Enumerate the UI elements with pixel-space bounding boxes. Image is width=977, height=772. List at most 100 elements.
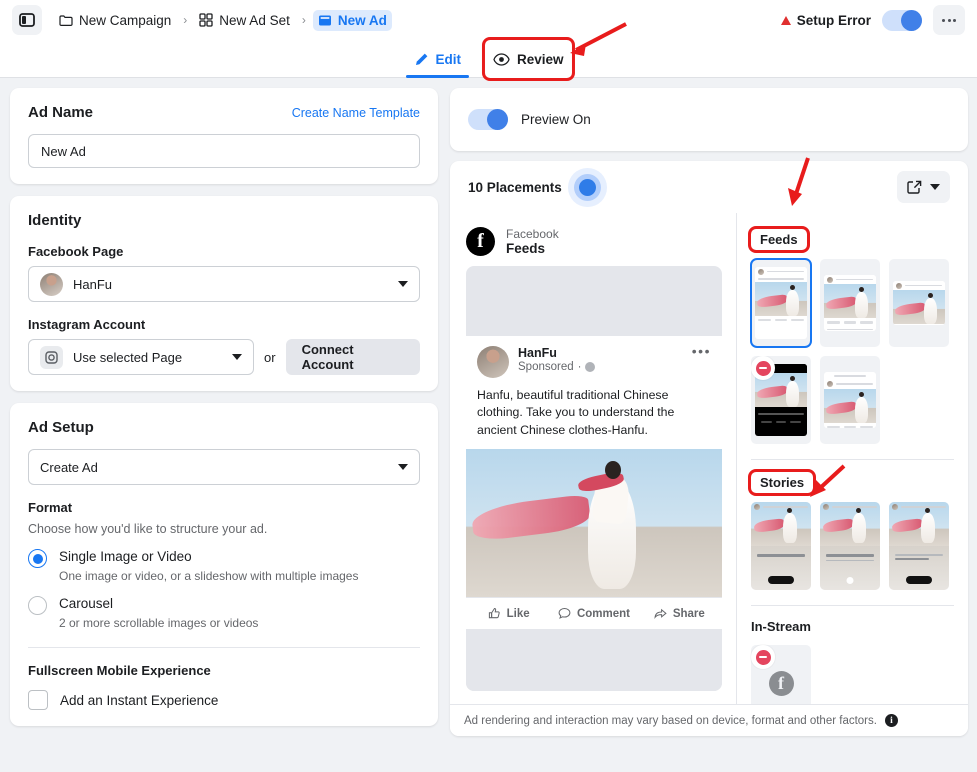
ad-name-header: Ad Name Create Name Template (28, 104, 420, 121)
feeds-thumbnails (750, 258, 954, 444)
radio-single-image[interactable] (28, 549, 47, 568)
stories-thumbnails (751, 502, 954, 590)
preview-platform-header: f Facebook Feeds (466, 221, 722, 266)
breadcrumb-label: New Ad Set (219, 12, 290, 28)
option-description: One image or video, or a slideshow with … (59, 569, 359, 583)
placement-thumbnail[interactable] (889, 259, 949, 347)
cursor-pulse-indicator (579, 179, 596, 196)
format-label: Format (28, 500, 73, 515)
status-badge[interactable]: Setup Error (780, 12, 871, 28)
preview-toggle[interactable] (468, 109, 508, 130)
breadcrumb-separator: › (301, 13, 306, 27)
globe-icon (585, 362, 596, 372)
like-button[interactable]: Like (466, 607, 551, 620)
post-more-icon[interactable]: ••• (692, 344, 711, 358)
topbar-actions: Setup Error (780, 5, 965, 35)
section-title-stories: Stories (751, 472, 814, 493)
post-actions: Like Comment Share (466, 597, 722, 630)
facebook-page-value: HanFu (73, 276, 113, 292)
tab-group: Edit Review (405, 40, 572, 78)
expand-preview-button[interactable] (897, 171, 950, 203)
placement-thumbnail[interactable] (750, 258, 812, 348)
placement-thumbnail[interactable]: f (751, 645, 811, 709)
instant-experience-label: Add an Instant Experience (60, 692, 219, 708)
mockup-bottom-spacer (466, 629, 722, 692)
connect-account-button[interactable]: Connect Account (285, 339, 420, 375)
error-badge (751, 645, 775, 669)
format-option-single[interactable]: Single Image or Video One image or video… (28, 548, 420, 583)
more-horizontal-icon (942, 18, 945, 22)
feeds-section: Feeds (750, 229, 954, 444)
info-icon[interactable]: i (884, 714, 898, 727)
thumbs-up-icon (488, 608, 500, 619)
preview-platform-name: Facebook (506, 227, 559, 241)
divider (28, 647, 420, 648)
breadcrumb-label: New Ad (337, 12, 387, 28)
tab-label: Review (516, 51, 564, 67)
ad-icon (318, 15, 331, 25)
ad-creative-image (466, 449, 722, 598)
breadcrumb-item-ad[interactable]: New Ad (312, 9, 392, 31)
placement-thumbnail[interactable] (751, 502, 811, 590)
create-ad-select[interactable]: Create Ad (28, 449, 420, 485)
breadcrumb-label: New Campaign (79, 12, 172, 28)
comment-button[interactable]: Comment (551, 607, 636, 620)
placement-thumbnail[interactable] (820, 356, 880, 444)
placement-list-column: Feeds Stories In-Stream f (736, 213, 968, 736)
chevron-down-icon (398, 464, 408, 470)
breadcrumb-item-campaign[interactable]: New Campaign (54, 10, 176, 31)
radio-carousel[interactable] (28, 596, 47, 615)
divider (751, 605, 954, 606)
chevron-down-icon (232, 354, 242, 360)
stories-section: Stories (751, 472, 954, 590)
section-title-instream: In-Stream (751, 619, 811, 634)
ad-active-toggle[interactable] (882, 9, 922, 31)
facebook-page-select[interactable]: HanFu (28, 266, 420, 302)
create-name-template-link[interactable]: Create Name Template (292, 106, 420, 120)
action-label: Share (672, 607, 705, 620)
mockup-post: HanFu Sponsored · ••• Hanfu, beautiful t… (466, 336, 722, 450)
instagram-account-label: Instagram Account (28, 317, 146, 332)
breadcrumb-item-adset[interactable]: New Ad Set (194, 10, 295, 31)
preview-footer-note: Ad rendering and interaction may vary ba… (464, 714, 877, 727)
tab-bar: Edit Review (0, 40, 977, 78)
ad-settings-panel: Ad Name Create Name Template New Ad Iden… (10, 88, 438, 738)
fullscreen-label: Fullscreen Mobile Experience (28, 663, 211, 678)
ad-name-input[interactable]: New Ad (28, 134, 420, 168)
preview-body: f Facebook Feeds HanFu Sponsored · ••• H… (450, 213, 968, 736)
toggle-knob (487, 109, 508, 130)
ad-name-title: Ad Name (28, 104, 94, 121)
main-preview-column: f Facebook Feeds HanFu Sponsored · ••• H… (450, 213, 736, 736)
warning-triangle-icon (780, 15, 791, 25)
placements-count-label: 10 Placements (468, 179, 562, 195)
tab-review[interactable]: Review (484, 40, 572, 78)
create-ad-value: Create Ad (40, 459, 98, 475)
instagram-icon (40, 345, 63, 369)
instagram-account-select[interactable]: Use selected Page (28, 339, 254, 375)
format-option-carousel[interactable]: Carousel 2 or more scrollable images or … (28, 595, 420, 630)
checkbox-instant-experience[interactable] (28, 690, 48, 710)
placement-thumbnail[interactable] (820, 502, 880, 590)
tab-edit[interactable]: Edit (405, 40, 469, 78)
placement-thumbnail[interactable] (889, 502, 949, 590)
placement-thumbnail[interactable] (820, 259, 880, 347)
breadcrumb-separator: › (183, 13, 188, 27)
sidebar-panel-toggle[interactable] (12, 5, 42, 35)
status-label: Setup Error (796, 12, 871, 28)
placement-thumbnail[interactable] (751, 356, 811, 444)
facebook-page-label: Facebook Page (28, 244, 124, 259)
mockup-top-spacer (466, 266, 722, 336)
chevron-down-icon (398, 281, 408, 287)
ad-preview-panel: Preview On 10 Placements f Facebook Feed… (450, 88, 968, 736)
instant-experience-row[interactable]: Add an Instant Experience (28, 690, 420, 710)
more-options-button[interactable] (933, 5, 965, 35)
action-label: Like (506, 607, 530, 620)
share-button[interactable]: Share (637, 607, 722, 620)
ad-mockup: HanFu Sponsored · ••• Hanfu, beautiful t… (466, 266, 722, 692)
preview-header: 10 Placements (450, 161, 968, 213)
preview-toggle-label: Preview On (521, 112, 591, 127)
instagram-row: Use selected Page or Connect Account (28, 339, 420, 375)
option-label: Carousel (59, 596, 114, 611)
post-profile-row: HanFu Sponsored · ••• (477, 344, 711, 378)
toggle-knob (901, 9, 922, 31)
